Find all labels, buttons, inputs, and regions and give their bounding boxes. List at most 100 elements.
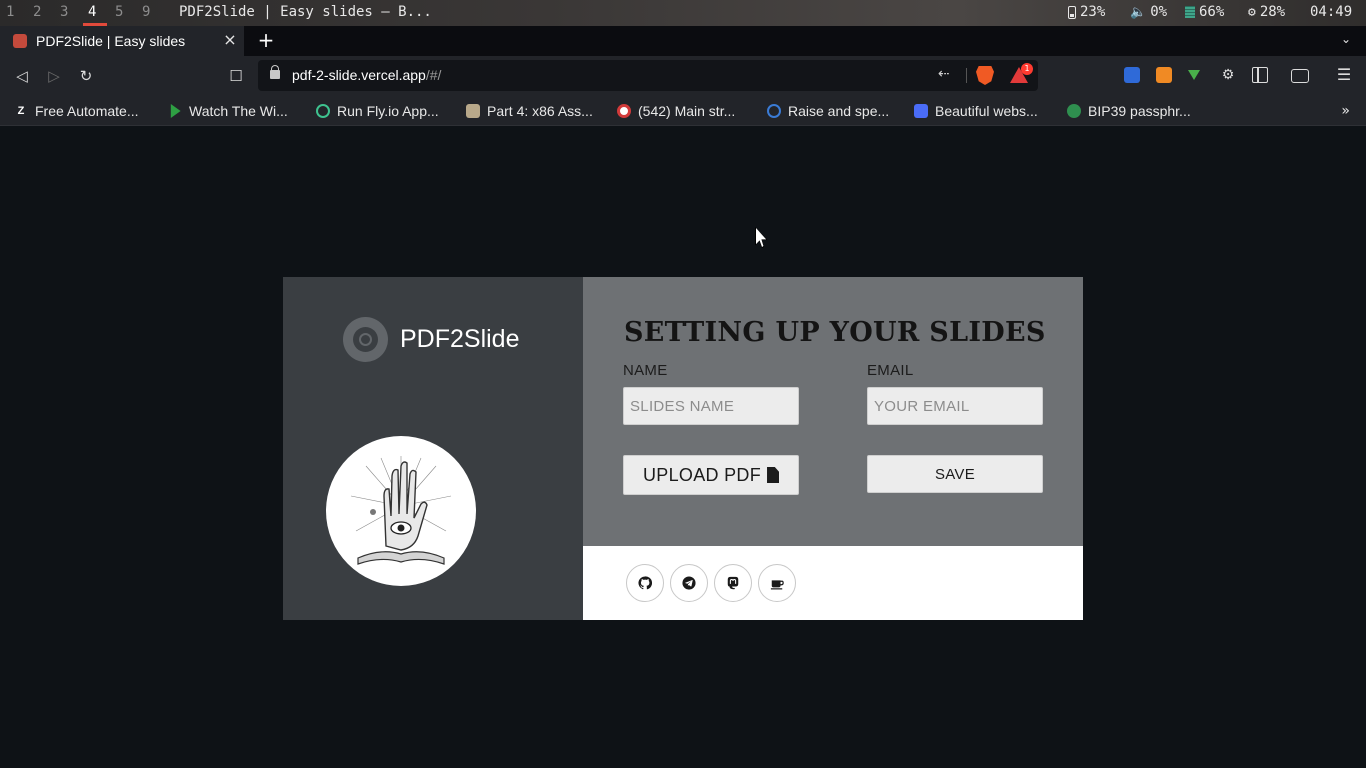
email-field[interactable] [867,387,1043,425]
upload-pdf-button[interactable]: UPLOAD PDF [623,455,799,495]
window-title: PDF2Slide | Easy slides — B... [179,4,432,20]
url-host: pdf-2-slide.vercel.app [292,67,426,83]
bookmark-item[interactable]: Z Free Automate... [14,101,139,121]
hand-eye-illustration-icon [350,456,452,565]
cpu-value: 28% [1259,4,1286,20]
brand-panel: PDF2Slide [283,277,583,620]
bookmark-item[interactable]: Watch The Wi... [168,101,288,121]
gear-icon [1067,104,1081,118]
bookmark-label: Part 4: x86 Ass... [487,103,593,119]
share-icon[interactable]: ⇠ [938,66,950,82]
f-logo-icon [914,104,928,118]
email-label: EMAIL [867,362,914,379]
avatar [326,436,476,586]
bookmark-label: BIP39 passphr... [1088,103,1191,119]
github-link[interactable] [626,564,664,602]
bookmark-item[interactable]: Raise and spe... [767,101,889,121]
coffee-icon [770,580,784,590]
workspace-4[interactable]: 4 [88,4,96,20]
browser-menu-icon[interactable]: ☰ [1336,67,1352,83]
speaker-icon: 🔈 [1130,4,1147,20]
bookmarks-bar: Z Free Automate... Watch The Wi... Run F… [0,96,1366,126]
telegram-icon [682,576,696,590]
setup-card: PDF2Slide SETTING UP YOUR SLIDES NAME SL… [283,277,1083,620]
github-icon [638,576,652,590]
social-links [583,546,1083,620]
bookmark-item[interactable]: (542) Main str... [617,101,735,121]
wallet-icon[interactable] [1291,69,1309,83]
rss-extension-icon[interactable] [1156,67,1172,83]
forward-button[interactable]: ▷ [44,66,64,86]
back-button[interactable]: ◁ [12,66,32,86]
save-button[interactable]: SAVE [867,455,1043,493]
url-text[interactable]: pdf-2-slide.vercel.app/#/ [292,67,441,83]
bitwarden-extension-icon[interactable] [1124,67,1140,83]
new-tab-button[interactable]: + [256,30,276,50]
address-bar[interactable]: pdf-2-slide.vercel.app/#/ ⇠ 1 [258,60,1038,91]
sidebar-toggle-icon[interactable] [1252,67,1268,83]
slides-name-input[interactable] [623,387,799,425]
workspace-5[interactable]: 5 [115,4,123,20]
memory-status: 66% [1185,4,1224,20]
upload-pdf-label: UPLOAD PDF [642,464,762,485]
divider [966,68,967,83]
book-icon [466,104,480,118]
browser-toolbar: ◁ ▷ ↻ ☐ pdf-2-slide.vercel.app/#/ ⇠ 1 ⚙ … [0,56,1366,96]
bookmark-label: Watch The Wi... [189,103,288,119]
pdf2slide-favicon-icon [13,34,27,48]
system-bar: 1 2 3 4 5 9 PDF2Slide | Easy slides — B.… [0,0,1366,26]
clock: 04:49 [1310,4,1353,20]
close-tab-icon[interactable]: × [222,32,238,48]
bookmark-item[interactable]: BIP39 passphr... [1067,101,1191,121]
volume-value: 0% [1150,4,1168,20]
memory-value: 66% [1199,4,1225,20]
extensions-puzzle-icon[interactable]: ⚙ [1220,67,1236,83]
volume-status: 🔈 0% [1130,4,1167,20]
camera-lens-logo-icon [343,317,388,362]
cpu-icon: ⚙ [1248,4,1256,20]
brave-shields-icon[interactable] [976,66,994,85]
c-logo-icon [767,104,781,118]
battery-icon [1068,5,1076,19]
bookmark-icon[interactable]: ☐ [226,66,246,86]
bookmark-label: Run Fly.io App... [337,103,439,119]
reload-button[interactable]: ↻ [76,66,96,86]
bookmark-label: Free Automate... [35,103,139,119]
tab-title: PDF2Slide | Easy slides [36,33,186,49]
telegram-link[interactable] [670,564,708,602]
mastodon-icon [727,576,739,590]
more-bookmarks-chevron-icon[interactable]: » [1341,103,1350,119]
workspace-2[interactable]: 2 [33,4,41,20]
brand: PDF2Slide [343,317,520,362]
tab-strip: PDF2Slide | Easy slides × + ⌄ [0,26,1366,56]
page-title: SETTING UP YOUR SLIDES [624,317,1046,348]
workspace-9[interactable]: 9 [142,4,150,20]
bookmark-label: Raise and spe... [788,103,890,119]
save-label: SAVE [934,465,976,483]
tab-list-chevron-down-icon[interactable]: ⌄ [1338,32,1354,48]
brand-name: PDF2Slide [400,325,520,353]
memory-icon [1185,6,1195,18]
bookmark-item[interactable]: Beautiful webs... [914,101,1038,121]
buy-me-coffee-link[interactable] [758,564,796,602]
form-panel: SETTING UP YOUR SLIDES NAME EMAIL UPLOAD… [583,277,1083,546]
workspace-3[interactable]: 3 [60,4,68,20]
z-letter-icon: Z [17,105,25,117]
name-label: NAME [623,362,668,379]
download-extension-icon[interactable] [1188,70,1200,80]
battery-status: 23% [1068,4,1105,20]
badge-icon [617,104,631,118]
cpu-status: ⚙ 28% [1248,4,1285,20]
play-icon [170,104,181,118]
mastodon-link[interactable] [714,564,752,602]
battery-value: 23% [1080,4,1106,20]
browser-tab[interactable]: PDF2Slide | Easy slides × [0,26,244,56]
workspace-1[interactable]: 1 [6,4,14,20]
bookmark-item[interactable]: Run Fly.io App... [316,101,439,121]
bookmark-label: (542) Main str... [638,103,736,119]
url-path: /#/ [425,67,442,83]
bookmark-item[interactable]: Part 4: x86 Ass... [466,101,593,121]
bookmark-label: Beautiful webs... [935,103,1038,119]
lock-icon[interactable] [270,65,280,79]
file-upload-icon [767,467,780,483]
